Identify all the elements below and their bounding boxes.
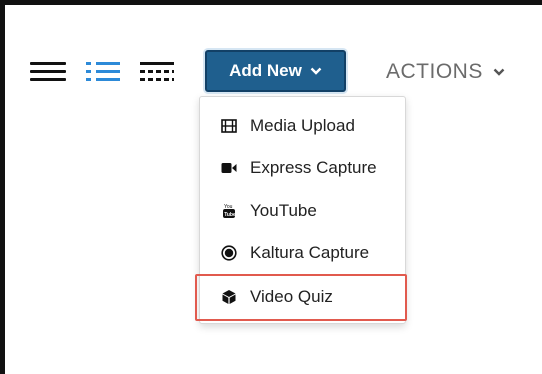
actions-label: ACTIONS [386,60,483,83]
menu-item-label: Express Capture [250,158,377,177]
menu-item-kaltura-capture[interactable]: Kaltura Capture [200,234,405,272]
detailed-view-icon[interactable] [140,60,174,82]
menu-item-media-upload[interactable]: Media Upload [200,107,405,145]
menu-item-video-quiz[interactable]: Video Quiz [200,278,405,316]
svg-text:Tube: Tube [224,212,236,218]
list-view-icon[interactable] [86,60,122,82]
menu-item-label: Media Upload [250,116,355,135]
cube-icon [221,289,237,305]
menu-item-label: Video Quiz [250,287,333,306]
menu-item-express-capture[interactable]: Express Capture [200,149,405,187]
menu-item-label: YouTube [250,201,317,220]
add-new-label: Add New [229,61,302,80]
actions-menu[interactable]: ACTIONS [386,58,505,86]
menu-item-label: Kaltura Capture [250,243,370,262]
video-camera-icon [221,160,237,176]
hamburger-icon[interactable] [30,60,66,82]
film-icon [221,118,237,134]
record-icon [221,245,237,261]
youtube-icon: You Tube [221,203,237,219]
chevron-down-icon [493,68,505,76]
chevron-down-icon [310,67,322,75]
add-new-dropdown: Media Upload Express Capture You Tube Yo… [199,96,406,324]
menu-item-youtube[interactable]: You Tube YouTube [200,192,405,230]
add-new-button[interactable]: Add New [205,50,346,92]
